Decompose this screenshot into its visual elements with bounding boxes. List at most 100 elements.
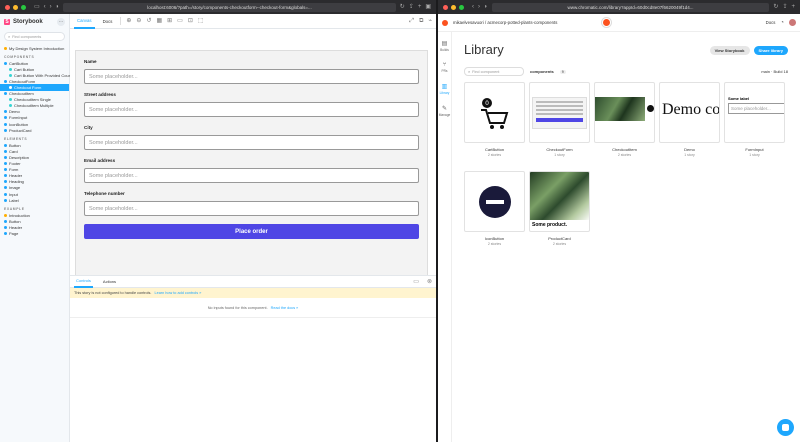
fullscreen-icon[interactable]: ⤢ xyxy=(409,18,414,24)
user-avatar[interactable] xyxy=(789,19,797,26)
sidebar-menu-button[interactable]: ⋯ xyxy=(57,18,65,26)
component-card[interactable]: IconButton 2 stories xyxy=(464,171,525,246)
back-arrow-icon[interactable]: ‹ xyxy=(44,4,46,10)
minimize-window-button[interactable] xyxy=(451,4,456,10)
sidebar-item-label: Label xyxy=(9,197,19,203)
share-icon[interactable]: ⇪ xyxy=(409,4,414,10)
field-label: Street address xyxy=(84,92,116,97)
share-icon[interactable]: ⇪ xyxy=(782,4,787,10)
minimize-window-button[interactable] xyxy=(13,4,18,10)
project-name[interactable]: mikaelvesavuori / acmecorp-potted-plants… xyxy=(453,20,597,25)
sidebar-category[interactable]: EXAMPLE xyxy=(0,205,69,212)
rail-item-prs[interactable]: ⑂ PRs xyxy=(441,62,447,73)
component-card[interactable]: CheckoutItem 2 stories xyxy=(594,82,655,157)
project-avatar-icon[interactable] xyxy=(602,18,612,27)
rail-item-manage[interactable]: ✎ Manage xyxy=(439,105,451,117)
tab-controls[interactable]: Controls xyxy=(74,276,93,288)
story-count: 1 story xyxy=(554,153,565,157)
read-docs-link[interactable]: Read the docs » xyxy=(271,306,299,310)
component-thumbnail[interactable] xyxy=(529,82,590,143)
form-input[interactable]: Some placeholder... xyxy=(84,201,419,216)
measure-icon[interactable]: ⊡ xyxy=(188,18,193,24)
back-arrow-icon[interactable]: ‹ xyxy=(472,4,474,10)
zoom-window-button[interactable] xyxy=(459,4,464,10)
tab-actions[interactable]: Actions xyxy=(101,276,118,288)
component-thumbnail[interactable]: Some product. xyxy=(529,171,590,232)
component-thumbnail[interactable]: 0 xyxy=(464,82,525,143)
sidebar-item[interactable]: Page xyxy=(0,230,69,236)
forward-arrow-icon[interactable]: › xyxy=(478,4,480,10)
chromatic-logo-icon[interactable] xyxy=(442,19,448,26)
viewport-icon[interactable]: ▭ xyxy=(177,18,183,24)
component-icon xyxy=(4,162,7,166)
component-thumbnail[interactable]: Some label Some placeholder... xyxy=(724,82,785,143)
shield-icon[interactable]: ◗ xyxy=(56,4,60,10)
tab-overview-icon[interactable]: ▣ xyxy=(425,4,431,10)
warning-text: This story is not configured to handle c… xyxy=(74,291,152,295)
notifications-icon[interactable]: ◔ xyxy=(780,20,784,26)
cart-icon: 0 xyxy=(481,98,509,129)
chat-bubble-button[interactable] xyxy=(777,419,794,436)
close-panel-icon[interactable]: ⊗ xyxy=(427,279,432,285)
new-tab-icon[interactable]: + xyxy=(791,4,795,10)
component-card[interactable]: 0 CartButton 2 stories xyxy=(464,82,525,157)
outline-icon[interactable]: ⬚ xyxy=(198,18,204,24)
component-search-input[interactable]: ⌕ Find components xyxy=(4,32,65,41)
component-card[interactable]: Demo co Demo 1 story xyxy=(659,82,720,157)
reload-icon[interactable]: ↻ xyxy=(400,4,405,10)
component-name: FormInput xyxy=(745,147,764,152)
zoom-window-button[interactable] xyxy=(21,4,26,10)
library-search-input[interactable]: ⌕ Find component xyxy=(464,67,524,76)
component-thumbnail[interactable]: Demo co xyxy=(659,82,720,143)
zoom-in-icon[interactable]: ⊕ xyxy=(126,18,131,24)
sidebar-toggle-icon[interactable]: ▭ xyxy=(34,4,40,10)
branch-selector[interactable]: main · Build 18 xyxy=(761,69,788,74)
open-new-tab-icon[interactable]: ⧉ xyxy=(419,18,423,24)
sidebar-category[interactable]: COMPONENTS xyxy=(0,53,69,60)
story-icon xyxy=(9,104,12,108)
grid-icon[interactable]: ⊞ xyxy=(167,18,172,24)
forward-arrow-icon[interactable]: › xyxy=(50,4,52,10)
panel-position-icon[interactable]: ▭ xyxy=(413,279,419,285)
zoom-out-icon[interactable]: ⊖ xyxy=(136,18,141,24)
copy-link-icon[interactable]: ⌁ xyxy=(428,18,432,24)
component-thumbnail[interactable] xyxy=(594,82,655,143)
view-storybook-button[interactable]: View Storybook xyxy=(709,46,750,55)
address-bar-right[interactable]: www.chromatic.com/library?appId=60d0cd8e… xyxy=(491,2,770,12)
close-window-button[interactable] xyxy=(443,4,448,10)
form-input[interactable]: Some placeholder... xyxy=(84,168,419,183)
tab-docs[interactable]: Docs xyxy=(100,14,116,29)
sidebar-item[interactable]: Label xyxy=(0,197,69,203)
rail-item-library[interactable]: ▥ Library xyxy=(440,83,450,95)
share-library-button[interactable]: Share library xyxy=(753,46,788,55)
reload-icon[interactable]: ↻ xyxy=(773,4,778,10)
zoom-reset-icon[interactable]: ↺ xyxy=(146,18,151,24)
new-tab-icon[interactable]: + xyxy=(418,4,422,10)
component-card[interactable]: CheckoutForm 1 story xyxy=(529,82,590,157)
sidebar-category[interactable]: ELEMENTS xyxy=(0,135,69,142)
shield-icon[interactable]: ◗ xyxy=(484,4,488,10)
close-window-button[interactable] xyxy=(5,4,10,10)
component-card[interactable]: Some label Some placeholder... FormInput 1 … xyxy=(724,82,785,157)
component-thumbnail[interactable] xyxy=(464,171,525,232)
form-input[interactable]: Some placeholder... xyxy=(84,135,419,150)
sidebar-item[interactable]: ProductCard xyxy=(0,127,69,133)
form-input[interactable]: Some placeholder... xyxy=(84,69,419,84)
place-order-button[interactable]: Place order xyxy=(84,224,419,239)
form-input[interactable]: Some placeholder... xyxy=(84,102,419,117)
docs-link[interactable]: Docs xyxy=(766,20,776,25)
learn-controls-link[interactable]: Learn how to add controls » xyxy=(154,291,201,295)
chat-icon xyxy=(782,424,789,431)
sidebar-item[interactable]: My Design System Introduction xyxy=(0,45,69,51)
background-icon[interactable]: ▦ xyxy=(156,18,162,24)
rail-item-builds[interactable]: ▤ Builds xyxy=(440,40,449,52)
story-count: 1 story xyxy=(749,153,760,157)
field-label: City xyxy=(84,125,93,130)
component-card[interactable]: Some product. ProductCard 2 stories xyxy=(529,171,590,246)
tab-canvas[interactable]: Canvas xyxy=(74,14,95,29)
search-icon: ⌕ xyxy=(8,34,11,39)
component-icon xyxy=(4,122,7,126)
sidebar-item-label: My Design System Introduction xyxy=(9,45,65,51)
address-bar[interactable]: localhost:6006/?path=/story/components-c… xyxy=(63,2,396,12)
component-icon xyxy=(4,128,7,132)
